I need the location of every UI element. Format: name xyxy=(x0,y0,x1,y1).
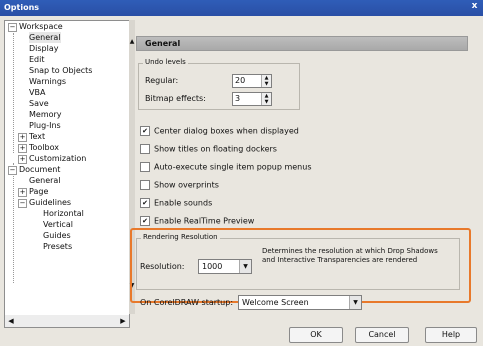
checkbox-auto-execute[interactable]: Auto-execute single item popup menus xyxy=(140,162,311,172)
bitmap-effects-value: 3 xyxy=(235,94,241,103)
window-title: Options xyxy=(4,3,40,12)
tree-line xyxy=(13,33,14,153)
checkbox-box[interactable]: ✔ xyxy=(140,216,150,226)
checkbox-box[interactable] xyxy=(140,180,150,190)
regular-value: 20 xyxy=(235,76,246,85)
regular-label: Regular: xyxy=(145,76,179,85)
scroll-left-icon[interactable]: ◀ xyxy=(6,316,16,326)
scroll-right-icon[interactable]: ▶ xyxy=(118,316,128,326)
tree-item-display[interactable]: Display xyxy=(29,43,59,54)
options-tree[interactable]: − Workspace General Display Edit Snap to… xyxy=(4,20,130,316)
collapse-icon[interactable]: − xyxy=(8,166,17,175)
tree-item-vertical[interactable]: Vertical xyxy=(43,219,73,230)
checkbox-box[interactable]: ✔ xyxy=(140,198,150,208)
decrement-icon[interactable]: ▼ xyxy=(262,99,271,105)
checkbox-label: Enable RealTime Preview xyxy=(154,216,255,226)
resolution-value: 1000 xyxy=(202,262,223,271)
title-bar: Options x xyxy=(0,0,483,16)
expand-icon[interactable]: + xyxy=(18,188,27,197)
tree-item-vba[interactable]: VBA xyxy=(29,87,45,98)
startup-select[interactable]: Welcome Screen ▼ xyxy=(238,295,362,310)
decrement-icon[interactable]: ▼ xyxy=(262,81,271,87)
collapse-icon[interactable]: − xyxy=(8,23,17,32)
checkbox-box[interactable]: ✔ xyxy=(140,126,150,136)
checkbox-box[interactable] xyxy=(140,162,150,172)
cancel-button[interactable]: Cancel xyxy=(355,327,409,343)
help-button[interactable]: Help xyxy=(425,327,477,343)
tree-item-text[interactable]: Text xyxy=(29,131,45,142)
checkbox-label: Show overprints xyxy=(154,180,219,190)
bitmap-effects-stepper[interactable]: 3 ▲ ▼ xyxy=(232,92,272,106)
tree-item-guidelines[interactable]: Guidelines xyxy=(29,197,71,208)
collapse-icon[interactable]: − xyxy=(18,199,27,208)
tree-item-workspace[interactable]: Workspace xyxy=(19,21,63,32)
tree-item-snap[interactable]: Snap to Objects xyxy=(29,65,92,76)
chevron-down-icon[interactable]: ▼ xyxy=(349,296,361,309)
checkbox-label: Show titles on floating dockers xyxy=(154,144,277,154)
page-title: General xyxy=(145,39,181,48)
resolution-select[interactable]: 1000 ▼ xyxy=(198,259,252,274)
expand-icon[interactable]: + xyxy=(18,155,27,164)
tree-item-plugins[interactable]: Plug-Ins xyxy=(29,120,61,131)
tree-item-save[interactable]: Save xyxy=(29,98,49,109)
tree-horizontal-scrollbar[interactable]: ◀ ▶ xyxy=(4,315,130,328)
tree-item-general[interactable]: General xyxy=(29,32,61,43)
resolution-label: Resolution: xyxy=(140,262,185,271)
tree-item-guides[interactable]: Guides xyxy=(43,230,71,241)
checkbox-label: Center dialog boxes when displayed xyxy=(154,126,299,136)
tree-item-horizontal[interactable]: Horizontal xyxy=(43,208,84,219)
tree-item-presets[interactable]: Presets xyxy=(43,241,72,252)
chevron-down-icon[interactable]: ▼ xyxy=(239,260,251,273)
bitmap-effects-label: Bitmap effects: xyxy=(145,94,206,103)
undo-levels-label: Undo levels xyxy=(143,58,188,66)
regular-stepper[interactable]: 20 ▲ ▼ xyxy=(232,74,272,88)
tree-item-document[interactable]: Document xyxy=(19,164,60,175)
tree-item-memory[interactable]: Memory xyxy=(29,109,62,120)
stepper-buttons[interactable]: ▲ ▼ xyxy=(261,93,271,105)
tree-item-page[interactable]: Page xyxy=(29,186,48,197)
startup-value: Welcome Screen xyxy=(242,298,309,307)
tree-item-document-general[interactable]: General xyxy=(29,175,61,186)
checkbox-show-overprints[interactable]: Show overprints xyxy=(140,180,219,190)
tree-item-customization[interactable]: Customization xyxy=(29,153,86,164)
expand-icon[interactable]: + xyxy=(18,144,27,153)
splitter-arrow-up-icon[interactable]: ▲ xyxy=(129,38,135,46)
tree-item-warnings[interactable]: Warnings xyxy=(29,76,66,87)
rendering-resolution-label: Rendering Resolution xyxy=(141,233,220,241)
checkbox-label: Enable sounds xyxy=(154,198,213,208)
checkbox-realtime-preview[interactable]: ✔ Enable RealTime Preview xyxy=(140,216,254,226)
resolution-description: Determines the resolution at which Drop … xyxy=(262,247,438,264)
checkbox-box[interactable] xyxy=(140,144,150,154)
ok-button[interactable]: OK xyxy=(289,327,343,343)
checkbox-show-titles[interactable]: Show titles on floating dockers xyxy=(140,144,277,154)
expand-icon[interactable]: + xyxy=(18,133,27,142)
tree-item-edit[interactable]: Edit xyxy=(29,54,45,65)
checkbox-enable-sounds[interactable]: ✔ Enable sounds xyxy=(140,198,212,208)
checkbox-center-dialogs[interactable]: ✔ Center dialog boxes when displayed xyxy=(140,126,299,136)
close-icon[interactable]: x xyxy=(468,1,481,13)
tree-item-toolbox[interactable]: Toolbox xyxy=(29,142,59,153)
page-header: General xyxy=(136,36,468,51)
tree-line xyxy=(13,163,14,283)
checkbox-label: Auto-execute single item popup menus xyxy=(154,162,312,172)
startup-label: On CorelDRAW startup: xyxy=(140,298,234,307)
stepper-buttons[interactable]: ▲ ▼ xyxy=(261,75,271,87)
